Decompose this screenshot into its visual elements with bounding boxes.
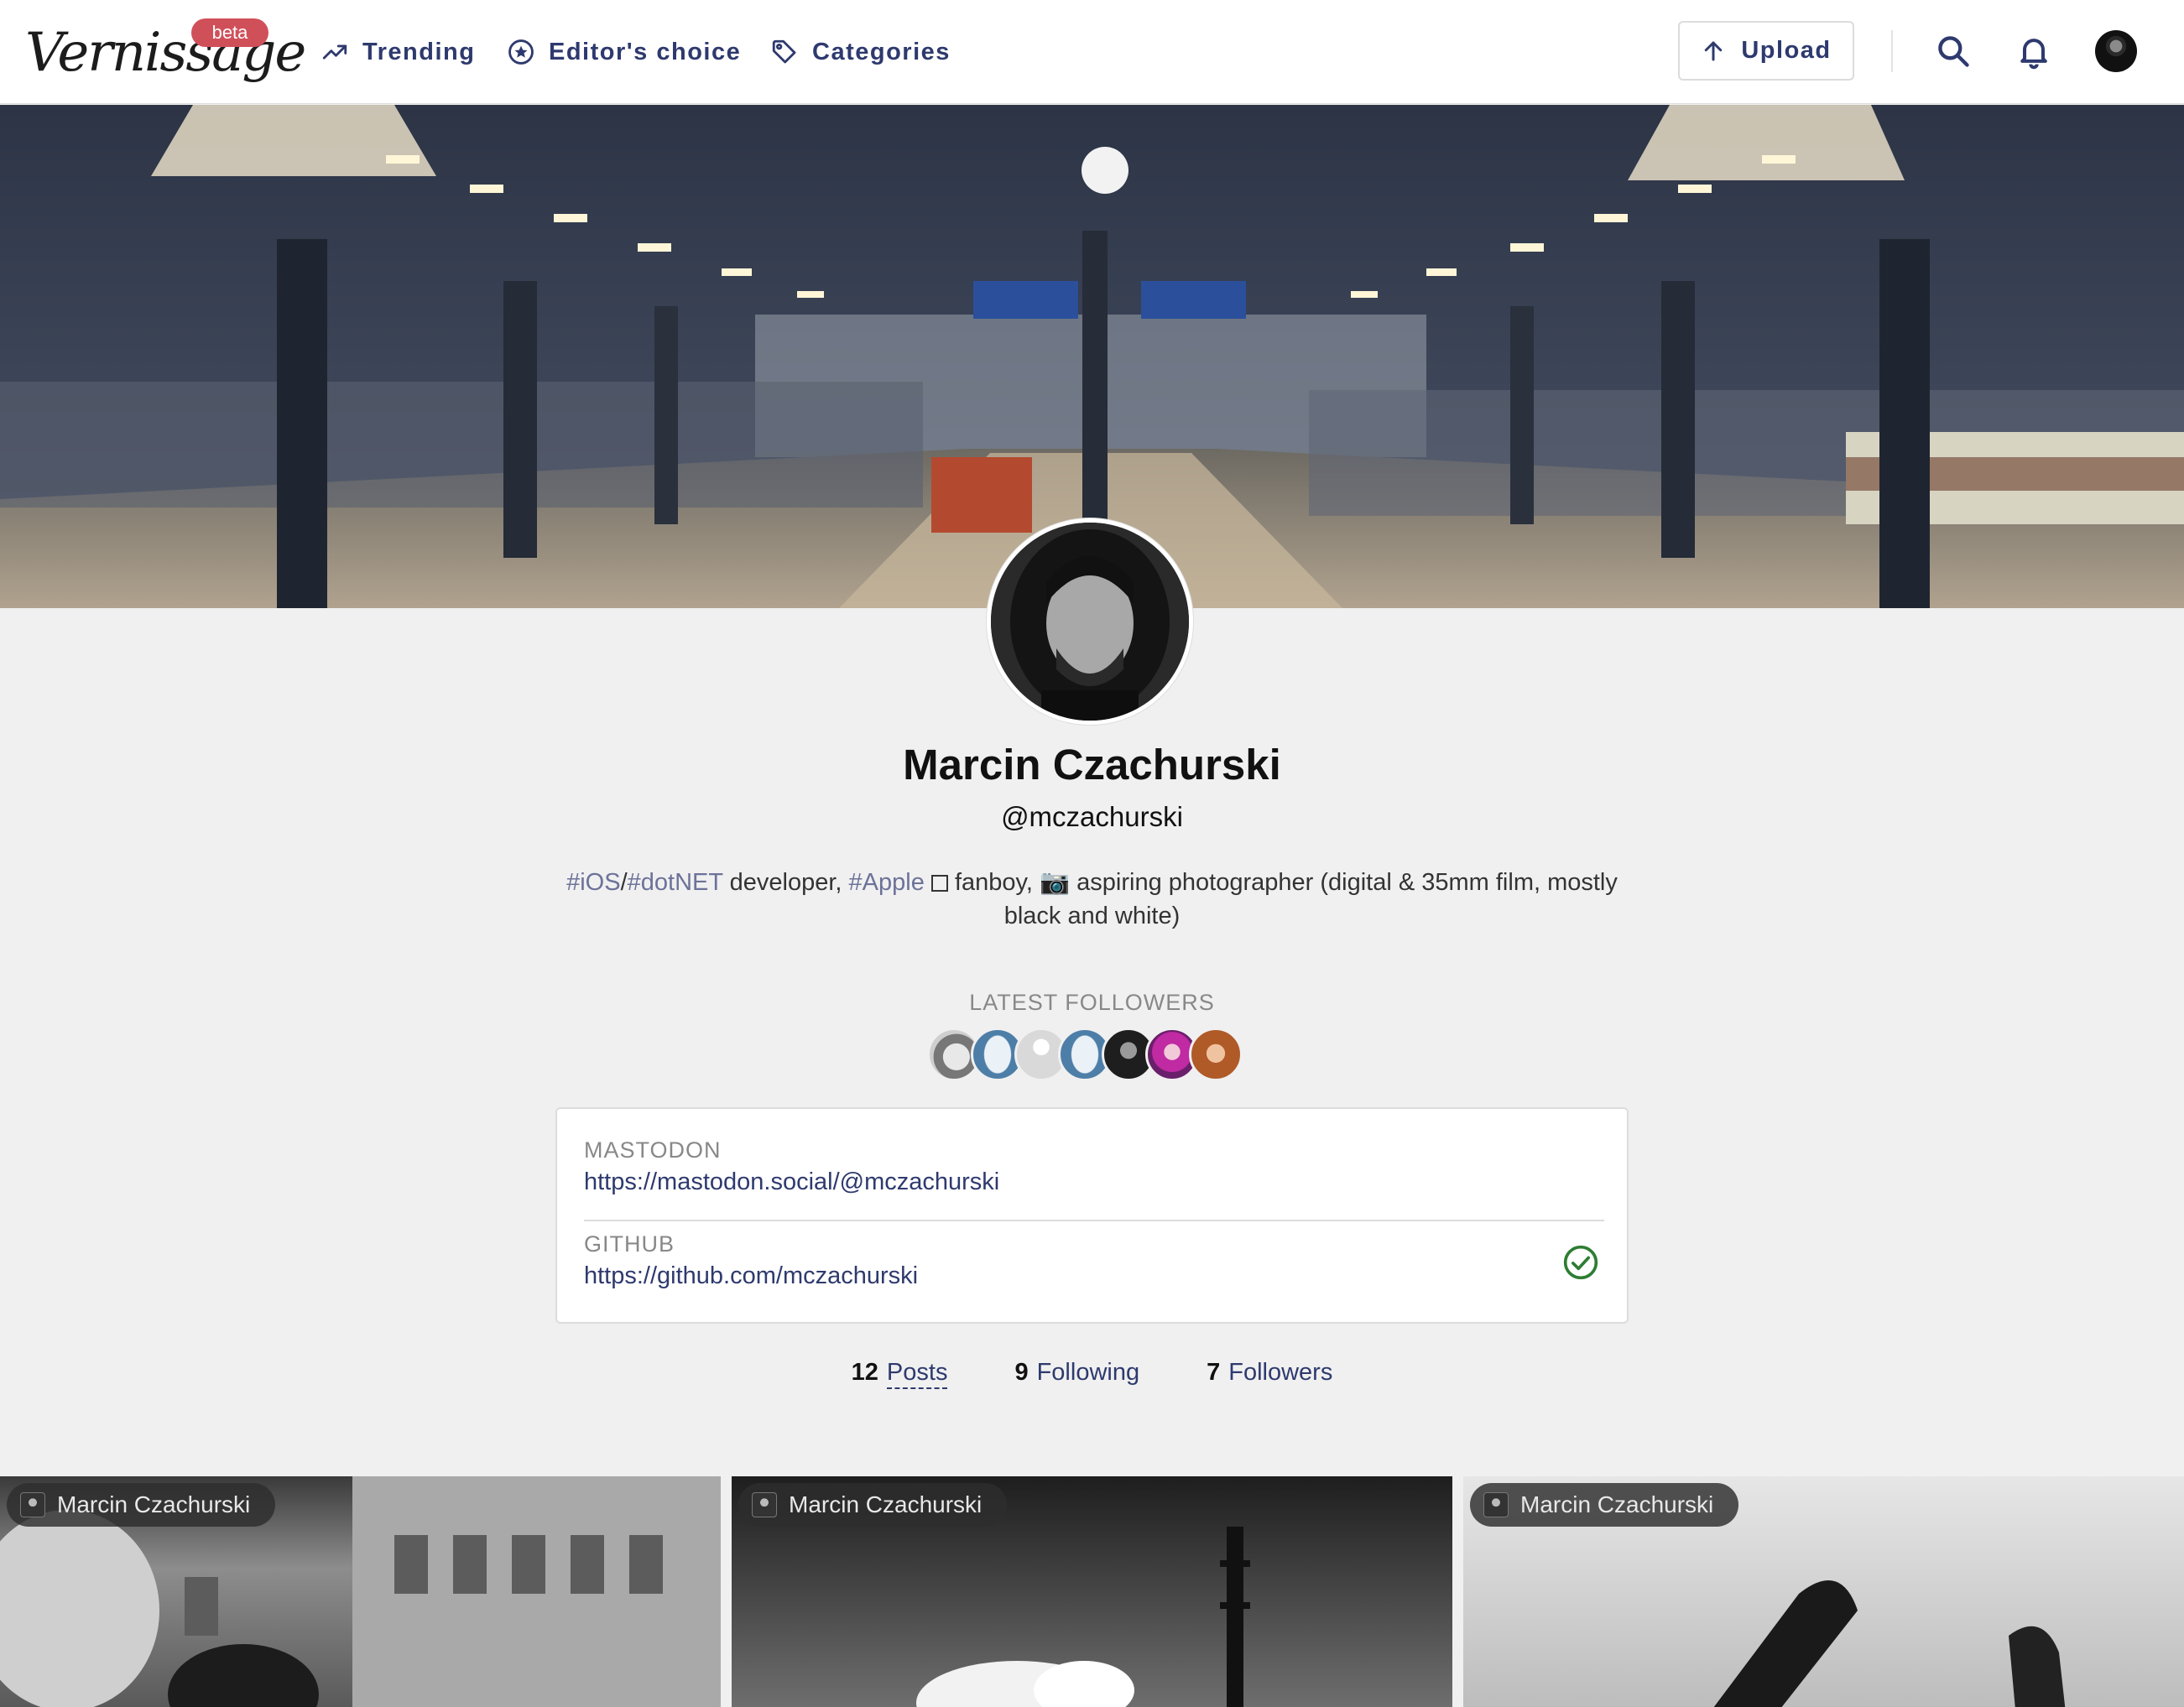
- notifications-button[interactable]: [2008, 25, 2060, 77]
- user-avatar[interactable]: [2095, 30, 2137, 72]
- hashtag-apple[interactable]: #Apple: [849, 869, 925, 896]
- star-circle-icon: [508, 39, 534, 65]
- hashtag-dotnet[interactable]: #dotNET: [628, 869, 723, 896]
- field-name: GITHUB: [584, 1231, 675, 1257]
- stat-label: Posts: [886, 1359, 948, 1389]
- post-author-chip[interactable]: Marcin Czachurski: [7, 1483, 276, 1527]
- missing-glyph-icon: [930, 875, 948, 892]
- stat-following[interactable]: 9 Following: [1014, 1359, 1139, 1387]
- post-author-chip[interactable]: Marcin Czachurski: [738, 1483, 1008, 1527]
- nav-link-label: Categories: [812, 38, 951, 65]
- nav-link-label: Trending: [362, 38, 476, 65]
- verified-check-icon: [1563, 1245, 1598, 1280]
- author-avatar: [20, 1492, 45, 1517]
- nav-link-trending[interactable]: Trending: [321, 30, 475, 74]
- nav-link-categories[interactable]: Categories: [770, 30, 951, 74]
- profile-avatar: [987, 518, 1193, 725]
- bell-icon: [2020, 39, 2047, 70]
- field-mastodon: MASTODON https://mastodon.social/@mczach…: [584, 1136, 1604, 1200]
- field-github: GITHUB https://github.com/mczachurski: [584, 1230, 1604, 1293]
- profile-bio: #iOS/#dotNET developer, #Apple fanboy, 📷…: [554, 866, 1630, 933]
- post-author-name: Marcin Czachurski: [1520, 1491, 1714, 1517]
- upload-label: Upload: [1741, 37, 1832, 64]
- latest-followers-list: [927, 1028, 1246, 1081]
- top-navbar: Vernissage beta Trending Editor's choice…: [0, 0, 2184, 104]
- nav-divider: [1891, 30, 1893, 72]
- beta-badge: beta: [191, 18, 268, 47]
- stat-followers[interactable]: 7 Followers: [1207, 1359, 1332, 1387]
- profile-fields-card: MASTODON https://mastodon.social/@mczach…: [555, 1107, 1629, 1324]
- post-tile[interactable]: Marcin Czachurski: [1463, 1476, 2184, 1707]
- upload-button[interactable]: Upload: [1678, 21, 1854, 81]
- nav-link-label: Editor's choice: [549, 38, 742, 65]
- stat-posts[interactable]: 12 Posts: [851, 1359, 948, 1389]
- post-tile[interactable]: Marcin Czachurski: [732, 1476, 1452, 1707]
- arrow-up-icon: [1705, 41, 1723, 60]
- stat-count: 9: [1014, 1359, 1029, 1386]
- latest-followers-title: LATEST FOLLOWERS: [969, 990, 1215, 1015]
- stat-count: 12: [851, 1359, 878, 1386]
- post-author-name: Marcin Czachurski: [789, 1491, 983, 1517]
- stat-label: Followers: [1228, 1359, 1333, 1386]
- follower-avatar[interactable]: [1189, 1028, 1243, 1081]
- bio-text: fanboy, 📷 aspiring photographer (digital…: [947, 869, 1618, 929]
- search-icon: [1938, 36, 1969, 67]
- author-avatar: [752, 1492, 777, 1517]
- post-author-chip[interactable]: Marcin Czachurski: [1470, 1483, 1739, 1527]
- field-name: MASTODON: [584, 1137, 722, 1163]
- trending-up-icon: [322, 44, 347, 60]
- profile-stats: 12 Posts 9 Following 7 Followers: [0, 1359, 2184, 1389]
- nav-link-editors-choice[interactable]: Editor's choice: [507, 30, 741, 74]
- hashtag-ios[interactable]: #iOS: [566, 869, 620, 896]
- search-button[interactable]: [1927, 25, 1979, 77]
- post-tile[interactable]: Marcin Czachurski: [0, 1476, 721, 1707]
- bio-text: developer,: [722, 869, 849, 896]
- tag-icon: [772, 39, 796, 64]
- profile-name: Marcin Czachurski: [903, 741, 1281, 788]
- field-value-link[interactable]: https://mastodon.social/@mczachurski: [584, 1164, 1604, 1200]
- bio-slash: /: [620, 869, 628, 896]
- field-value-link[interactable]: https://github.com/mczachurski: [584, 1258, 1604, 1293]
- vernissage-logo[interactable]: Vernissage beta: [25, 18, 306, 86]
- field-divider: [584, 1220, 1604, 1221]
- author-avatar: [1483, 1492, 1509, 1517]
- profile-handle: @mczachurski: [1001, 801, 1183, 832]
- stat-count: 7: [1207, 1359, 1221, 1386]
- post-author-name: Marcin Czachurski: [57, 1491, 251, 1517]
- stat-label: Following: [1036, 1359, 1140, 1386]
